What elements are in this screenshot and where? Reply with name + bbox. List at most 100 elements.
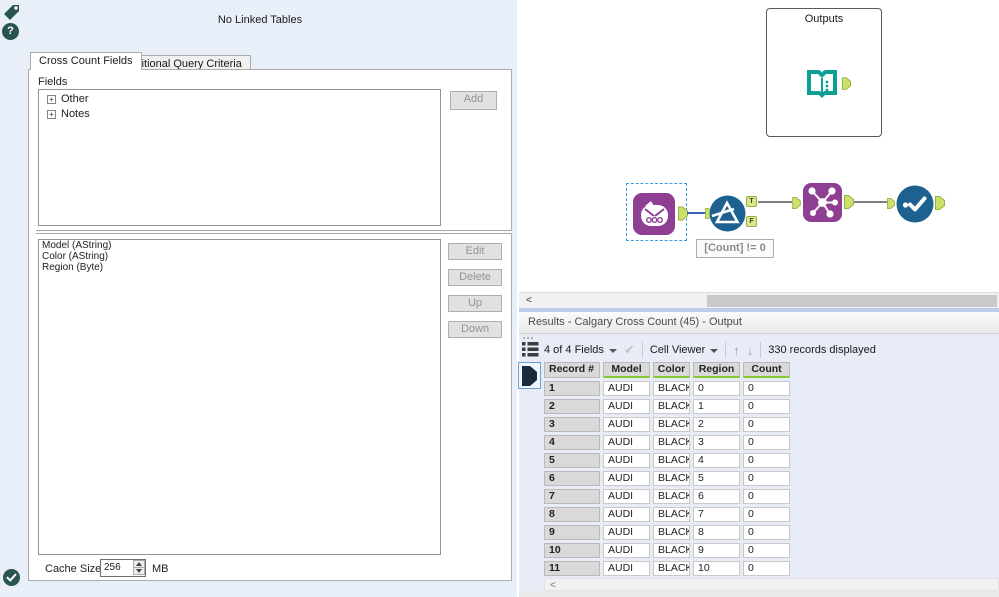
table-cell[interactable]: BLACK [653, 435, 690, 450]
table-cell[interactable]: BLACK [653, 471, 690, 486]
expand-icon[interactable]: + [47, 94, 56, 104]
list-item[interactable]: Model (AString) [39, 240, 440, 251]
table-cell[interactable]: 5 [693, 471, 740, 486]
column-header[interactable]: Count [743, 362, 790, 378]
table-cell[interactable]: 1 [693, 399, 740, 414]
filter-tool-icon[interactable] [709, 195, 746, 232]
record-number-cell[interactable]: 1 [544, 381, 600, 396]
column-header[interactable]: Record # [544, 362, 600, 378]
table-cell[interactable]: 0 [743, 399, 790, 414]
table-cell[interactable]: 0 [743, 489, 790, 504]
table-cell[interactable]: 7 [693, 507, 740, 522]
calgary-cross-count-tool-icon[interactable] [632, 192, 676, 236]
filter-true-anchor[interactable]: T [746, 196, 757, 207]
table-cell[interactable]: 3 [693, 435, 740, 450]
column-header[interactable]: Model [603, 362, 650, 378]
tag-icon[interactable] [3, 4, 20, 21]
connection-join-check[interactable] [854, 201, 888, 203]
table-cell[interactable]: AUDI [603, 507, 650, 522]
edit-button[interactable]: Edit [448, 243, 502, 260]
table-cell[interactable]: AUDI [603, 417, 650, 432]
table-cell[interactable]: BLACK [653, 507, 690, 522]
table-cell[interactable]: BLACK [653, 543, 690, 558]
results-hscrollbar[interactable]: < [544, 578, 999, 591]
tab-cross-count-fields[interactable]: Cross Count Fields [30, 52, 142, 70]
filter-annotation[interactable]: [Count] != 0 [696, 239, 774, 258]
fields-dropdown[interactable]: 4 of 4 Fields [544, 344, 617, 356]
up-button[interactable]: Up [448, 295, 502, 312]
cell-viewer-dropdown[interactable]: Cell Viewer [650, 344, 719, 356]
table-cell[interactable]: 0 [743, 507, 790, 522]
fields-tree[interactable]: + Other + Notes [38, 89, 441, 226]
canvas-hscrollbar[interactable]: < [519, 292, 999, 308]
column-header[interactable]: Region [693, 362, 740, 378]
scroll-left-icon[interactable]: < [526, 294, 532, 307]
cache-size-stepper[interactable] [133, 560, 145, 575]
output-anchor-button[interactable] [518, 362, 541, 389]
table-cell[interactable]: 8 [693, 525, 740, 540]
table-cell[interactable]: AUDI [603, 435, 650, 450]
table-cell[interactable]: BLACK [653, 453, 690, 468]
table-cell[interactable]: AUDI [603, 543, 650, 558]
table-cell[interactable]: AUDI [603, 471, 650, 486]
record-number-cell[interactable]: 6 [544, 471, 600, 486]
check-tool-icon[interactable] [896, 185, 934, 223]
table-cell[interactable]: 0 [743, 525, 790, 540]
connection-selected[interactable] [687, 212, 706, 214]
add-button[interactable]: Add [450, 91, 497, 110]
tree-item[interactable]: + Notes [47, 108, 440, 120]
table-cell[interactable]: 0 [743, 471, 790, 486]
sort-up-icon[interactable]: ↑ [733, 343, 740, 358]
table-cell[interactable]: 10 [693, 561, 740, 576]
browse-tool-icon[interactable] [802, 63, 842, 103]
table-cell[interactable]: BLACK [653, 561, 690, 576]
stepper-down-icon[interactable] [134, 568, 144, 574]
record-number-cell[interactable]: 4 [544, 435, 600, 450]
record-number-cell[interactable]: 10 [544, 543, 600, 558]
table-cell[interactable]: BLACK [653, 417, 690, 432]
tree-item[interactable]: + Other [47, 93, 440, 105]
join-input-anchor[interactable] [792, 197, 801, 209]
record-number-cell[interactable]: 7 [544, 489, 600, 504]
join-multiple-tool-icon[interactable] [802, 182, 843, 223]
table-cell[interactable]: 0 [693, 381, 740, 396]
table-cell[interactable]: AUDI [603, 453, 650, 468]
record-number-cell[interactable]: 2 [544, 399, 600, 414]
record-number-cell[interactable]: 9 [544, 525, 600, 540]
record-number-cell[interactable]: 8 [544, 507, 600, 522]
table-cell[interactable]: 9 [693, 543, 740, 558]
list-item[interactable]: Region (Byte) [39, 262, 440, 273]
table-cell[interactable]: BLACK [653, 399, 690, 414]
connection-true[interactable] [758, 201, 792, 203]
table-cell[interactable]: AUDI [603, 525, 650, 540]
filter-false-anchor[interactable]: F [746, 216, 757, 227]
selected-fields-list[interactable]: Model (AString) Color (AString) Region (By… [38, 239, 441, 555]
table-cell[interactable]: 0 [743, 453, 790, 468]
table-cell[interactable]: AUDI [603, 381, 650, 396]
sort-down-icon[interactable]: ↓ [747, 343, 754, 358]
table-cell[interactable]: 0 [743, 543, 790, 558]
expand-icon[interactable]: + [47, 109, 56, 119]
list-item[interactable]: Color (AString) [39, 251, 440, 262]
table-cell[interactable]: AUDI [603, 561, 650, 576]
join-output-anchor[interactable] [844, 195, 854, 209]
delete-button[interactable]: Delete [448, 269, 502, 286]
table-cell[interactable]: 6 [693, 489, 740, 504]
table-cell[interactable]: 0 [743, 417, 790, 432]
record-number-cell[interactable]: 11 [544, 561, 600, 576]
column-header[interactable]: Color [653, 362, 690, 378]
table-cell[interactable]: AUDI [603, 489, 650, 504]
stepper-up-icon[interactable] [134, 561, 144, 568]
table-cell[interactable]: 2 [693, 417, 740, 432]
down-button[interactable]: Down [448, 321, 502, 338]
table-cell[interactable]: AUDI [603, 399, 650, 414]
apply-check-icon[interactable]: ✔ [624, 342, 635, 358]
record-number-cell[interactable]: 5 [544, 453, 600, 468]
help-icon[interactable]: ? [2, 23, 19, 40]
browse-output-anchor[interactable] [842, 77, 851, 90]
table-cell[interactable]: BLACK [653, 489, 690, 504]
check-input-anchor[interactable] [887, 198, 895, 209]
check-output-anchor[interactable] [935, 196, 945, 210]
table-cell[interactable]: 0 [743, 381, 790, 396]
results-menu-icon[interactable] [521, 336, 539, 360]
